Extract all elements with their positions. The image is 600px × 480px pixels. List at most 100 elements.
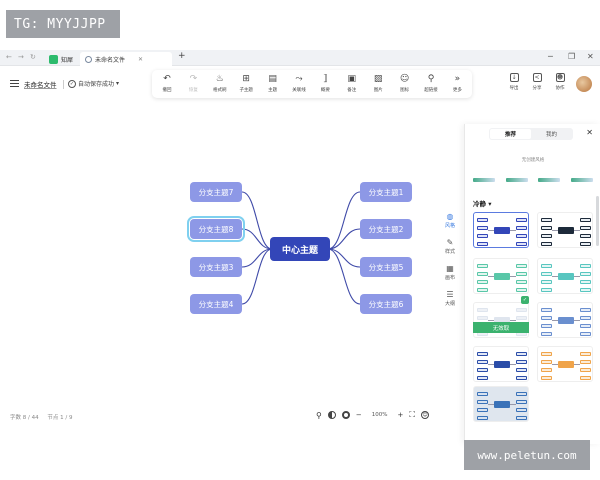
- side-tab-outline[interactable]: ☰ 大纲: [445, 290, 455, 307]
- style-thumbnail[interactable]: [537, 346, 593, 382]
- thumb-branch: [516, 218, 527, 222]
- side-tabs: ◍ 风格 ✎ 样式 ▦ 画布 ☰ 大纲: [440, 212, 460, 307]
- thumb-branch: [516, 368, 527, 372]
- thumb-branch: [516, 408, 527, 412]
- style-thumbnail[interactable]: [537, 258, 593, 294]
- side-tab-palette[interactable]: ◍ 风格: [445, 212, 455, 229]
- thumb-branch: [541, 368, 552, 372]
- branch-connector: [327, 191, 361, 250]
- style-thumbnail[interactable]: [537, 212, 593, 248]
- thumb-branch: [477, 316, 488, 320]
- thumb-branch: [477, 400, 488, 404]
- search-icon[interactable]: ⚲: [316, 411, 322, 420]
- thumb-branch: [580, 324, 591, 328]
- style-thumbnail[interactable]: [473, 212, 529, 248]
- thumb-branch: [477, 226, 488, 230]
- fit-screen-icon[interactable]: ⛶: [409, 410, 415, 420]
- thumb-center: [558, 361, 574, 368]
- side-tab-label: 风格: [444, 223, 455, 229]
- help-icon[interactable]: ☺: [420, 411, 429, 419]
- thumb-branch: [541, 360, 552, 364]
- thumb-branch: [477, 308, 488, 312]
- panel-scrollbar[interactable]: [596, 196, 599, 246]
- branch-topic[interactable]: 分支主题2: [360, 219, 412, 239]
- branch-connector: [241, 248, 273, 268]
- panel-tab-switch: 推荐 我的: [489, 128, 573, 140]
- thumb-branch: [580, 368, 591, 372]
- branch-topic[interactable]: 分支主题1: [360, 182, 412, 202]
- zoom-in-button[interactable]: +: [397, 411, 403, 419]
- thumb-line: [552, 276, 558, 277]
- tab-recommended[interactable]: 推荐: [490, 129, 531, 139]
- style-thumbnail[interactable]: [473, 346, 529, 382]
- tab-mine[interactable]: 我的: [531, 129, 572, 139]
- thumb-branch: [516, 400, 527, 404]
- branch-topic[interactable]: 分支主题5: [360, 257, 412, 277]
- side-tab-style[interactable]: ✎ 样式: [445, 238, 455, 255]
- thumb-center: [494, 227, 510, 234]
- branch-topic[interactable]: 分支主题8: [187, 216, 245, 242]
- thumb-line: [552, 230, 558, 231]
- branch-connector: [327, 248, 361, 268]
- style-icon: ✎: [446, 238, 454, 247]
- theme-toggle-icon[interactable]: [327, 411, 336, 419]
- style-thumbnail[interactable]: [537, 302, 593, 338]
- thumb-center: [558, 317, 574, 324]
- thumb-branch: [541, 332, 552, 336]
- close-icon[interactable]: ✕: [586, 128, 593, 137]
- style-preview-strip[interactable]: [473, 178, 593, 186]
- locate-icon[interactable]: [341, 411, 350, 419]
- thumb-branch: [541, 218, 552, 222]
- trial-button[interactable]: 无效取: [473, 322, 529, 333]
- watermark-bottom: www.peletun.com: [464, 440, 590, 470]
- thumb-branch: [580, 272, 591, 276]
- word-count: 字数 8 / 44: [10, 415, 39, 421]
- thumb-branch: [477, 376, 488, 380]
- thumb-line: [510, 276, 516, 277]
- thumb-branch: [580, 376, 591, 380]
- thumb-branch: [541, 376, 552, 380]
- thumb-center: [558, 227, 574, 234]
- thumb-branch: [541, 352, 552, 356]
- thumb-line: [574, 230, 580, 231]
- style-category-select[interactable]: 冷静 ▾: [473, 198, 492, 208]
- thumb-line: [552, 364, 558, 365]
- thumb-branch: [580, 352, 591, 356]
- style-thumbnail[interactable]: [473, 386, 529, 422]
- thumb-line: [574, 320, 580, 321]
- thumb-branch: [580, 316, 591, 320]
- thumb-branch: [541, 242, 552, 246]
- thumb-branch: [541, 324, 552, 328]
- thumb-branch: [541, 316, 552, 320]
- branch-topic[interactable]: 分支主题6: [360, 294, 412, 314]
- branch-connector: [327, 228, 361, 250]
- side-tab-label: 大纲: [444, 301, 455, 307]
- thumb-branch: [477, 264, 488, 268]
- thumb-branch: [516, 234, 527, 238]
- thumb-branch: [541, 226, 552, 230]
- thumb-branch: [541, 280, 552, 284]
- side-tab-canvas[interactable]: ▦ 画布: [445, 264, 455, 281]
- thumb-branch: [477, 368, 488, 372]
- branch-topic[interactable]: 分支主题7: [190, 182, 242, 202]
- thumb-branch: [477, 234, 488, 238]
- thumb-branch: [477, 352, 488, 356]
- thumb-branch: [477, 360, 488, 364]
- style-thumbnail[interactable]: [473, 258, 529, 294]
- thumb-branch: [516, 226, 527, 230]
- thumb-line: [488, 364, 494, 365]
- thumb-line: [488, 276, 494, 277]
- thumb-branch: [541, 234, 552, 238]
- thumb-branch: [516, 392, 527, 396]
- branch-topic[interactable]: 分支主题3: [190, 257, 242, 277]
- zoom-level: 100%: [371, 412, 388, 418]
- branch-topic[interactable]: 分支主题4: [190, 294, 242, 314]
- thumb-branch: [477, 272, 488, 276]
- thumb-branch: [477, 218, 488, 222]
- thumb-line: [510, 404, 516, 405]
- thumb-branch: [580, 264, 591, 268]
- central-topic[interactable]: 中心主题: [270, 237, 330, 261]
- thumb-branch: [516, 288, 527, 292]
- branch-connector: [241, 228, 273, 250]
- zoom-out-button[interactable]: −: [356, 411, 362, 419]
